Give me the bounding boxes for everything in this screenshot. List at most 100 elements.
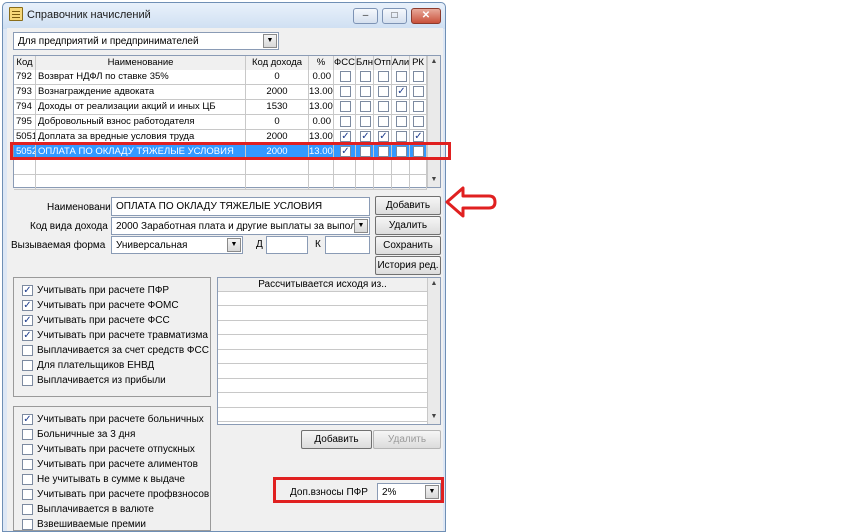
grid-checkbox-fss[interactable] — [340, 101, 351, 112]
grid-cell-otp[interactable] — [374, 100, 392, 115]
grid-cell-income_code[interactable]: 0 — [246, 115, 309, 130]
grid-checkbox-ali[interactable] — [396, 71, 407, 82]
grid-cell-income_code[interactable]: 2000 — [246, 85, 309, 100]
grid-cell-ali[interactable] — [392, 115, 410, 130]
grid-checkbox-ali[interactable] — [396, 131, 407, 142]
tax-check-checkbox[interactable]: ✓ — [22, 300, 33, 311]
accrual-check-checkbox[interactable] — [22, 429, 33, 440]
grid-cell-otp[interactable] — [374, 70, 392, 85]
grid-checkbox-fss[interactable]: ✓ — [340, 131, 351, 142]
minimize-button[interactable]: ‒ — [353, 8, 378, 24]
grid-cell-pct[interactable] — [309, 175, 334, 190]
accrual-check-checkbox[interactable] — [22, 459, 33, 470]
history-button[interactable]: История ред. — [375, 256, 441, 275]
calc-from-row[interactable] — [218, 336, 427, 350]
grid-header-name[interactable]: Наименование — [36, 56, 246, 70]
grid-cell-fss[interactable] — [334, 175, 356, 190]
calc-from-row[interactable] — [218, 307, 427, 321]
grid-cell-fss[interactable] — [334, 100, 356, 115]
grid-checkbox-bln[interactable] — [360, 86, 371, 97]
grid-cell-name[interactable] — [36, 175, 246, 190]
income-type-select[interactable]: 2000 Заработная плата и другие выплаты з… — [111, 217, 370, 235]
tax-check-checkbox[interactable] — [22, 345, 33, 356]
grid-header-ali[interactable]: Али — [392, 56, 410, 70]
grid-header-code[interactable]: Код — [14, 56, 36, 70]
grid-cell-income_code[interactable]: 0 — [246, 70, 309, 85]
grid-cell-bln[interactable] — [356, 160, 374, 175]
grid-header-otp[interactable]: Отп — [374, 56, 392, 70]
grid-checkbox-bln[interactable] — [360, 116, 371, 127]
grid-cell-bln[interactable] — [356, 85, 374, 100]
add-button[interactable]: Добавить — [375, 196, 441, 215]
grid-cell-otp[interactable] — [374, 85, 392, 100]
grid-header-bln[interactable]: Блн — [356, 56, 374, 70]
tax-check-checkbox[interactable] — [22, 360, 33, 371]
calc-from-row[interactable] — [218, 394, 427, 408]
grid-cell-pct[interactable]: 0.00 — [309, 115, 334, 130]
grid-cell-name[interactable]: Возврат НДФЛ по ставке 35% — [36, 70, 246, 85]
grid-cell-pct[interactable]: 0.00 — [309, 70, 334, 85]
grid-cell-code[interactable]: 792 — [14, 70, 36, 85]
accrual-check-checkbox[interactable]: ✓ — [22, 414, 33, 425]
grid-header-income_code[interactable]: Код дохода — [246, 56, 309, 70]
calc-from-row[interactable] — [218, 350, 427, 364]
grid-cell-otp[interactable] — [374, 175, 392, 190]
grid-cell-bln[interactable] — [356, 70, 374, 85]
scroll-up-icon[interactable]: ▲ — [428, 56, 440, 68]
grid-cell-rk[interactable] — [410, 175, 427, 190]
grid-cell-rk[interactable] — [410, 85, 427, 100]
grid-cell-code[interactable] — [14, 160, 36, 175]
calc-from-list[interactable]: Рассчитывается исходя из.. ▲ ▼ — [217, 277, 441, 425]
accrual-check-checkbox[interactable] — [22, 474, 33, 485]
grid-cell-ali[interactable]: ✓ — [392, 85, 410, 100]
grid-cell-name[interactable]: Доходы от реализации акций и иных ЦБ — [36, 100, 246, 115]
grid-cell-name[interactable]: Добровольный взнос работодателя — [36, 115, 246, 130]
calc-from-scrollbar[interactable]: ▲ ▼ — [427, 278, 440, 424]
delete-button[interactable]: Удалить — [375, 216, 441, 235]
grid-checkbox-fss[interactable] — [340, 116, 351, 127]
grid-cell-bln[interactable] — [356, 115, 374, 130]
tax-check-checkbox[interactable] — [22, 375, 33, 386]
grid-cell-code[interactable] — [14, 175, 36, 190]
grid-checkbox-rk[interactable]: ✓ — [413, 131, 424, 142]
grid-cell-code[interactable]: 793 — [14, 85, 36, 100]
scroll-up-icon[interactable]: ▲ — [428, 278, 440, 290]
grid-checkbox-otp[interactable] — [378, 116, 389, 127]
grid-cell-ali[interactable] — [392, 175, 410, 190]
grid-checkbox-ali[interactable] — [396, 101, 407, 112]
grid-cell-rk[interactable] — [410, 70, 427, 85]
grid-cell-fss[interactable] — [334, 85, 356, 100]
grid-checkbox-ali[interactable]: ✓ — [396, 86, 407, 97]
chevron-down-icon[interactable]: ▼ — [354, 219, 368, 233]
grid-cell-income_code[interactable] — [246, 175, 309, 190]
grid-checkbox-otp[interactable] — [378, 101, 389, 112]
company-type-select[interactable]: Для предприятий и предпринимателей ▼ — [13, 32, 279, 50]
grid-header-rk[interactable]: РК — [410, 56, 427, 70]
d-input[interactable] — [266, 236, 308, 254]
accrual-check-checkbox[interactable] — [22, 489, 33, 500]
grid-cell-ali[interactable] — [392, 100, 410, 115]
grid-cell-name[interactable] — [36, 160, 246, 175]
grid-cell-code[interactable]: 795 — [14, 115, 36, 130]
grid-checkbox-otp[interactable]: ✓ — [378, 131, 389, 142]
grid-cell-pct[interactable]: 13.00 — [309, 85, 334, 100]
grid-cell-ali[interactable] — [392, 160, 410, 175]
grid-cell-fss[interactable] — [334, 115, 356, 130]
calc-from-row[interactable] — [218, 379, 427, 393]
grid-checkbox-fss[interactable] — [340, 71, 351, 82]
name-input[interactable]: ОПЛАТА ПО ОКЛАДУ ТЯЖЕЛЫЕ УСЛОВИЯ — [111, 197, 370, 216]
grid-cell-pct[interactable]: 13.00 — [309, 100, 334, 115]
scroll-down-icon[interactable]: ▼ — [428, 411, 440, 423]
maximize-button[interactable]: □ — [382, 8, 407, 24]
called-form-select[interactable]: Универсальная ▼ — [111, 236, 243, 254]
grid-checkbox-fss[interactable] — [340, 86, 351, 97]
grid-cell-rk[interactable] — [410, 160, 427, 175]
grid-checkbox-bln[interactable]: ✓ — [360, 131, 371, 142]
grid-cell-fss[interactable] — [334, 70, 356, 85]
grid-cell-rk[interactable] — [410, 115, 427, 130]
save-button[interactable]: Сохранить — [375, 236, 441, 255]
chevron-down-icon[interactable]: ▼ — [227, 238, 241, 252]
grid-checkbox-rk[interactable] — [413, 71, 424, 82]
grid-scrollbar[interactable]: ▲ ▼ — [427, 56, 440, 187]
grid-cell-bln[interactable] — [356, 100, 374, 115]
